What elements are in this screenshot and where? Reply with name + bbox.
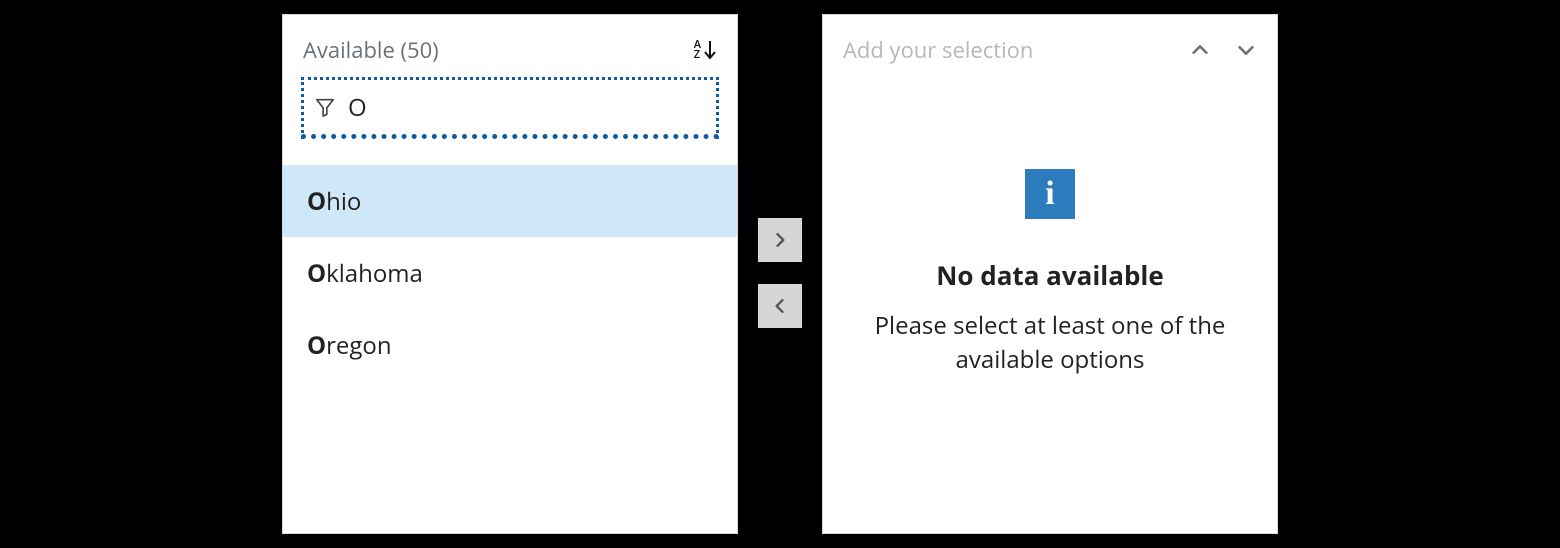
available-panel: Available (50) AZ Ohio: [282, 14, 738, 534]
empty-subtitle: Please select at least one of the availa…: [847, 309, 1253, 376]
chevron-right-icon: [770, 230, 790, 250]
sort-az-button[interactable]: AZ: [694, 39, 717, 61]
move-up-button[interactable]: [1189, 39, 1211, 61]
list-item-label: Ohio: [307, 185, 361, 218]
list-item[interactable]: Ohio: [283, 165, 737, 237]
arrow-down-icon: [703, 39, 717, 61]
list-item-label: Oregon: [307, 329, 392, 362]
available-list: Ohio Oklahoma Oregon: [283, 153, 737, 381]
reorder-controls: [1189, 39, 1257, 61]
filter-box[interactable]: [301, 77, 719, 139]
list-item[interactable]: Oregon: [283, 309, 737, 381]
empty-title: No data available: [847, 257, 1253, 293]
chevron-up-icon: [1189, 39, 1211, 61]
sort-az-icon: AZ: [694, 40, 701, 60]
filter-wrap: [283, 77, 737, 153]
list-item-label: Oklahoma: [307, 257, 423, 290]
selected-panel: Add your selection i No data available: [822, 14, 1278, 534]
info-icon: i: [1025, 169, 1075, 219]
filter-input[interactable]: [336, 90, 706, 125]
selected-header: Add your selection: [823, 15, 1277, 77]
move-right-button[interactable]: [758, 218, 802, 262]
move-left-button[interactable]: [758, 284, 802, 328]
empty-state: i No data available Please select at lea…: [823, 77, 1277, 376]
available-title: Available (50): [303, 35, 439, 65]
move-down-button[interactable]: [1235, 39, 1257, 61]
available-header: Available (50) AZ: [283, 15, 737, 77]
chevron-down-icon: [1235, 39, 1257, 61]
chevron-left-icon: [770, 296, 790, 316]
filter-icon: [314, 96, 336, 118]
list-item[interactable]: Oklahoma: [283, 237, 737, 309]
selected-prompt: Add your selection: [843, 35, 1033, 65]
